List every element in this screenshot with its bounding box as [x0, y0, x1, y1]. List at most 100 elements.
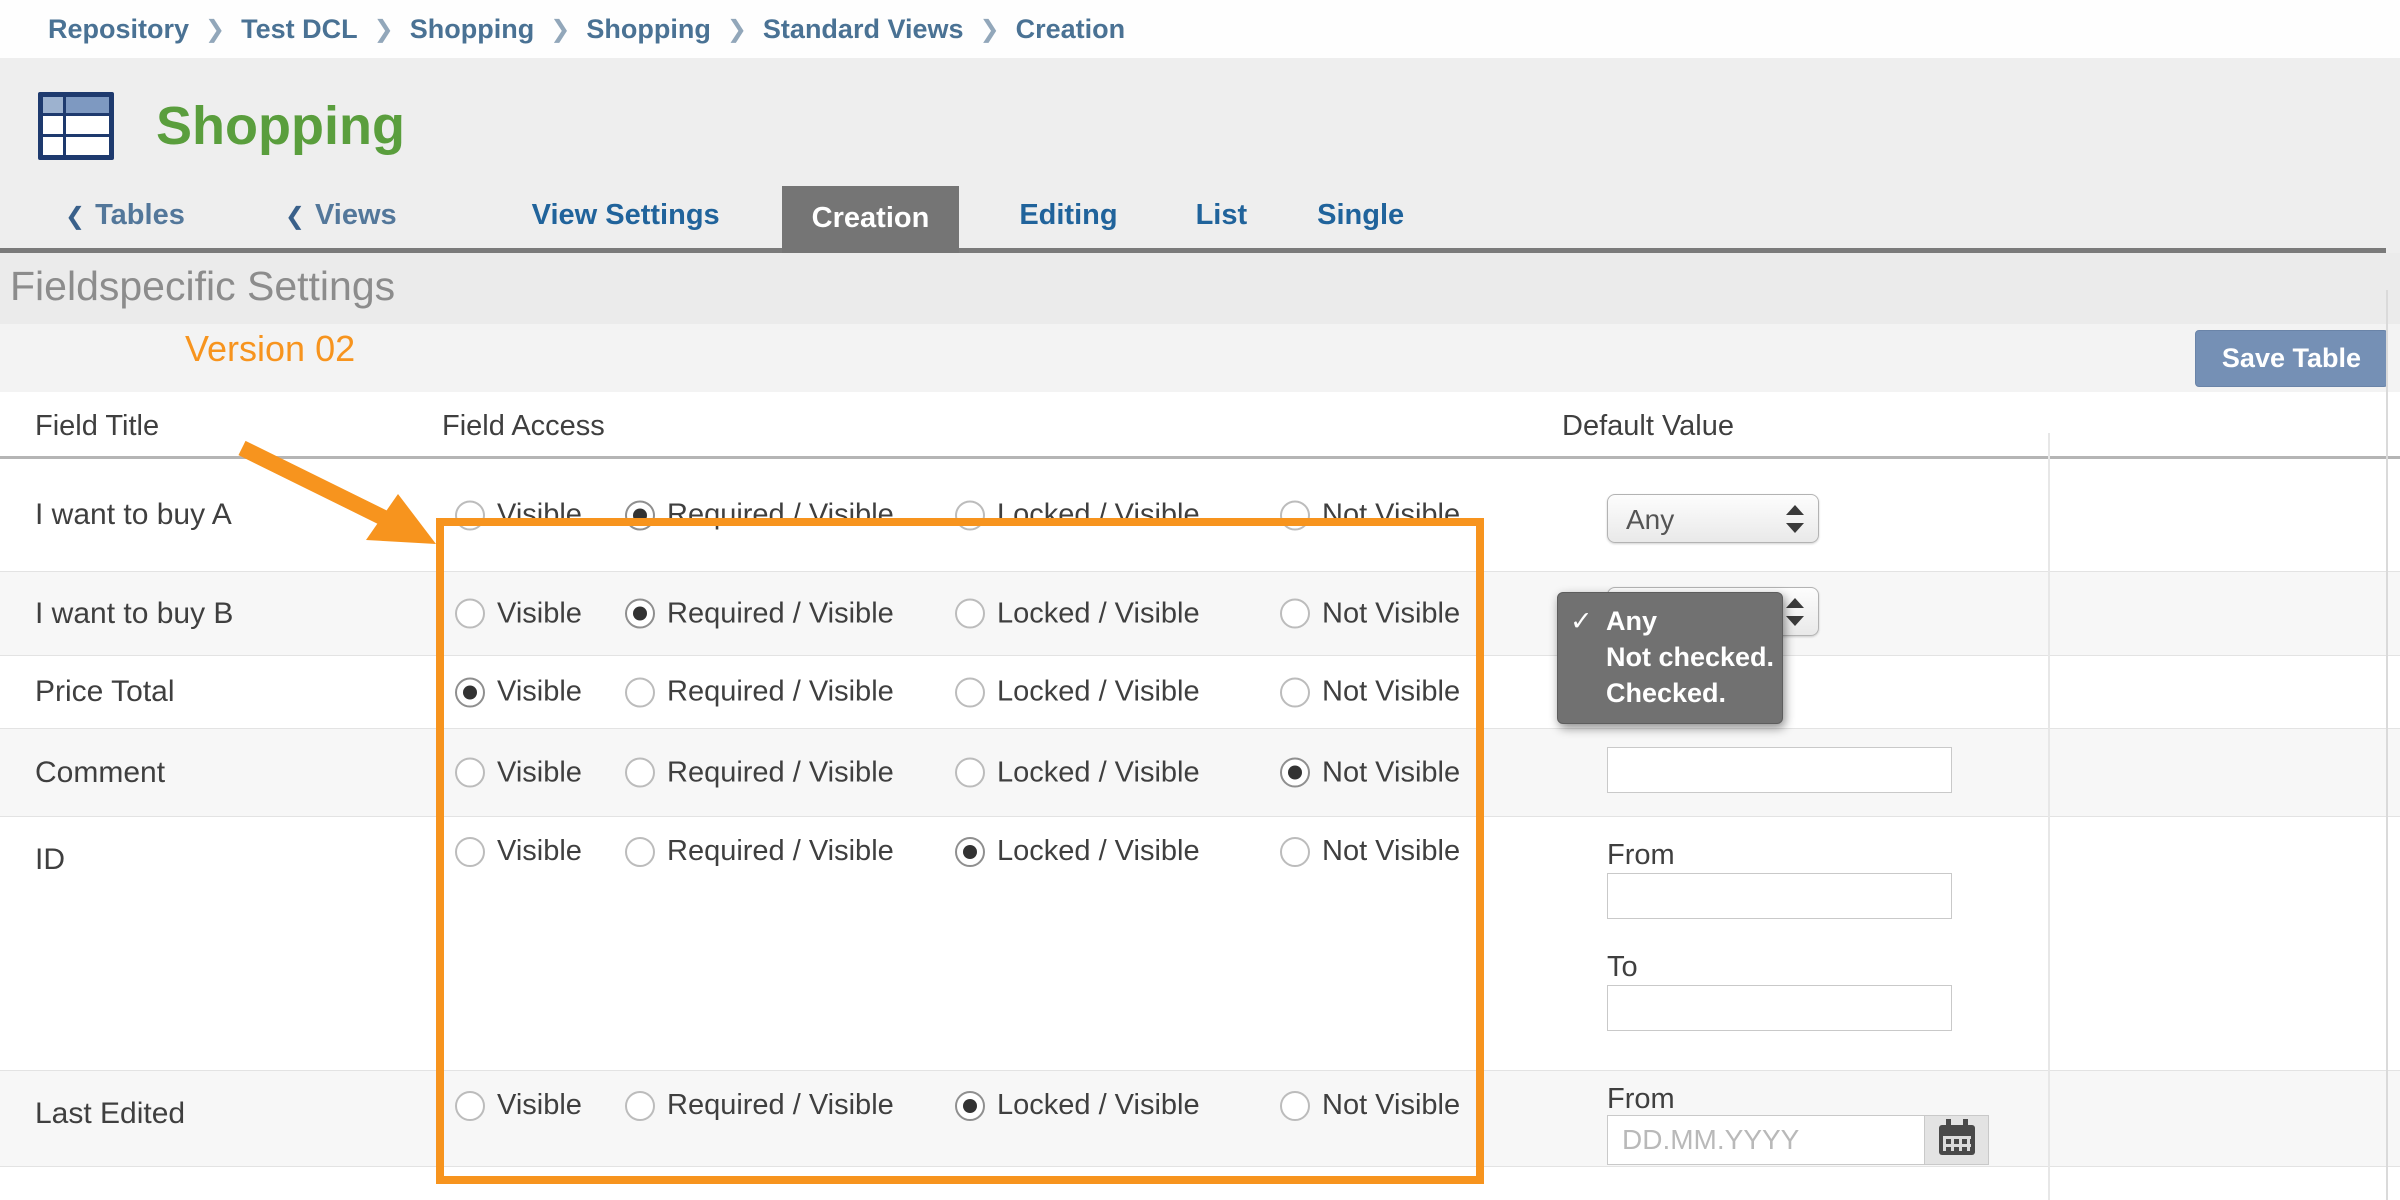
- radio-checked-icon[interactable]: [625, 599, 655, 629]
- tab-back-views[interactable]: ❮Views: [285, 199, 397, 248]
- radio-option[interactable]: Required / Visible: [625, 597, 894, 630]
- radio-option[interactable]: Locked / Visible: [955, 756, 1200, 789]
- radio-unchecked-icon[interactable]: [455, 1091, 485, 1121]
- tab-list[interactable]: List: [1196, 199, 1248, 248]
- radio-option[interactable]: Required / Visible: [625, 1089, 894, 1122]
- radio-option[interactable]: Not Visible: [1280, 676, 1460, 709]
- radio-option-label: Not Visible: [1322, 597, 1460, 630]
- default-value-input[interactable]: [1607, 747, 1952, 793]
- default-value-cell: From To: [1605, 817, 2050, 1070]
- dropdown-menu-item[interactable]: Checked.: [1570, 675, 1770, 711]
- range-to-input[interactable]: [1607, 985, 1952, 1031]
- select-dropdown-menu: ✓AnyNot checked.Checked.: [1557, 592, 1783, 724]
- default-value-select[interactable]: Any: [1607, 494, 1819, 543]
- save-table-button[interactable]: Save Table: [2195, 330, 2388, 387]
- radio-unchecked-icon[interactable]: [1280, 677, 1310, 707]
- radio-option[interactable]: Required / Visible: [625, 756, 894, 789]
- tab-back-tables[interactable]: ❮Tables: [65, 199, 185, 248]
- radio-option[interactable]: Not Visible: [1280, 1089, 1460, 1122]
- input-label: From: [1607, 1083, 1675, 1116]
- radio-unchecked-icon[interactable]: [955, 599, 985, 629]
- radio-option[interactable]: Visible: [455, 756, 582, 789]
- radio-option-label: Locked / Visible: [997, 676, 1200, 709]
- radio-option[interactable]: Not Visible: [1280, 499, 1460, 532]
- radio-option[interactable]: Not Visible: [1280, 756, 1460, 789]
- radio-unchecked-icon[interactable]: [625, 677, 655, 707]
- radio-checked-icon[interactable]: [1280, 758, 1310, 788]
- breadcrumb-item[interactable]: Standard Views: [763, 14, 964, 45]
- radio-checked-icon[interactable]: [625, 500, 655, 530]
- check-icon: ✓: [1570, 603, 1593, 639]
- input-label: To: [1607, 951, 1638, 984]
- radio-option[interactable]: Required / Visible: [625, 835, 894, 868]
- radio-option[interactable]: Locked / Visible: [955, 835, 1200, 868]
- radio-unchecked-icon[interactable]: [1280, 599, 1310, 629]
- tab-editing[interactable]: Editing: [1019, 199, 1117, 248]
- tab-single[interactable]: Single: [1317, 199, 1404, 248]
- radio-option[interactable]: Locked / Visible: [955, 676, 1200, 709]
- table-row: IDVisible Required / Visible Locked / Visi…: [0, 817, 2400, 1071]
- radio-checked-icon[interactable]: [955, 1091, 985, 1121]
- radio-checked-icon[interactable]: [955, 837, 985, 867]
- breadcrumb-item[interactable]: Repository: [48, 14, 189, 45]
- radio-option[interactable]: Not Visible: [1280, 597, 1460, 630]
- radio-option-label: Locked / Visible: [997, 597, 1200, 630]
- tab-view-settings[interactable]: View Settings: [532, 199, 720, 248]
- radio-option[interactable]: Not Visible: [1280, 835, 1460, 868]
- radio-unchecked-icon[interactable]: [955, 677, 985, 707]
- chevron-right-icon: ❯: [980, 15, 1000, 44]
- field-title: Last Edited: [0, 1071, 465, 1166]
- radio-option[interactable]: Visible: [455, 676, 582, 709]
- page-right-edge: [2386, 290, 2388, 1200]
- field-title: ID: [0, 817, 465, 1070]
- radio-unchecked-icon[interactable]: [955, 500, 985, 530]
- radio-unchecked-icon[interactable]: [625, 758, 655, 788]
- breadcrumb-item[interactable]: Shopping: [410, 14, 534, 45]
- range-from-input[interactable]: [1607, 873, 1952, 919]
- radio-unchecked-icon[interactable]: [955, 758, 985, 788]
- radio-unchecked-icon[interactable]: [1280, 1091, 1310, 1121]
- radio-option[interactable]: Visible: [455, 597, 582, 630]
- table-row: CommentVisibleRequired / VisibleLocked /…: [0, 729, 2400, 817]
- header-band: Shopping ❮Tables ❮Views View Settings Cr…: [0, 58, 2400, 253]
- radio-option-label: Required / Visible: [667, 499, 894, 532]
- date-from-input[interactable]: [1607, 1115, 1925, 1165]
- radio-unchecked-icon[interactable]: [455, 500, 485, 530]
- radio-unchecked-icon[interactable]: [625, 837, 655, 867]
- radio-option[interactable]: Locked / Visible: [955, 597, 1200, 630]
- field-title: Price Total: [0, 656, 465, 728]
- radio-unchecked-icon[interactable]: [455, 758, 485, 788]
- radio-option[interactable]: Required / Visible: [625, 676, 894, 709]
- radio-option[interactable]: Required / Visible: [625, 499, 894, 532]
- field-access-group: Visible Required / Visible Locked / Visibl…: [440, 817, 1600, 1070]
- calendar-icon: [1939, 1125, 1975, 1155]
- select-stepper-icon: [1786, 598, 1804, 626]
- radio-option[interactable]: Locked / Visible: [955, 499, 1200, 532]
- radio-unchecked-icon[interactable]: [625, 1091, 655, 1121]
- radio-option-label: Required / Visible: [667, 835, 894, 868]
- calendar-button[interactable]: [1925, 1115, 1989, 1165]
- radio-option[interactable]: Locked / Visible: [955, 1089, 1200, 1122]
- table-row: I want to buy BVisibleRequired / Visible…: [0, 572, 2400, 656]
- radio-checked-icon[interactable]: [455, 677, 485, 707]
- radio-unchecked-icon[interactable]: [455, 837, 485, 867]
- select-stepper-icon: [1786, 505, 1804, 533]
- chevron-right-icon: ❯: [550, 15, 570, 44]
- dropdown-menu-item[interactable]: ✓Any: [1570, 603, 1770, 639]
- breadcrumb-item[interactable]: Test DCL: [241, 14, 358, 45]
- column-divider: [2048, 433, 2050, 1200]
- radio-unchecked-icon[interactable]: [1280, 837, 1310, 867]
- dropdown-menu-item[interactable]: Not checked.: [1570, 639, 1770, 675]
- radio-option[interactable]: Visible: [455, 835, 582, 868]
- tab-creation[interactable]: Creation: [782, 186, 960, 253]
- radio-unchecked-icon[interactable]: [1280, 500, 1310, 530]
- radio-option[interactable]: Visible: [455, 1089, 582, 1122]
- select-value: Any: [1626, 504, 1674, 536]
- radio-unchecked-icon[interactable]: [455, 599, 485, 629]
- breadcrumb-item[interactable]: Shopping: [586, 14, 710, 45]
- radio-option-label: Not Visible: [1322, 756, 1460, 789]
- input-label: From: [1607, 839, 1675, 872]
- radio-option[interactable]: Visible: [455, 499, 582, 532]
- breadcrumb: Repository ❯ Test DCL ❯ Shopping ❯ Shopp…: [0, 0, 2400, 58]
- chevron-right-icon: ❯: [374, 15, 394, 44]
